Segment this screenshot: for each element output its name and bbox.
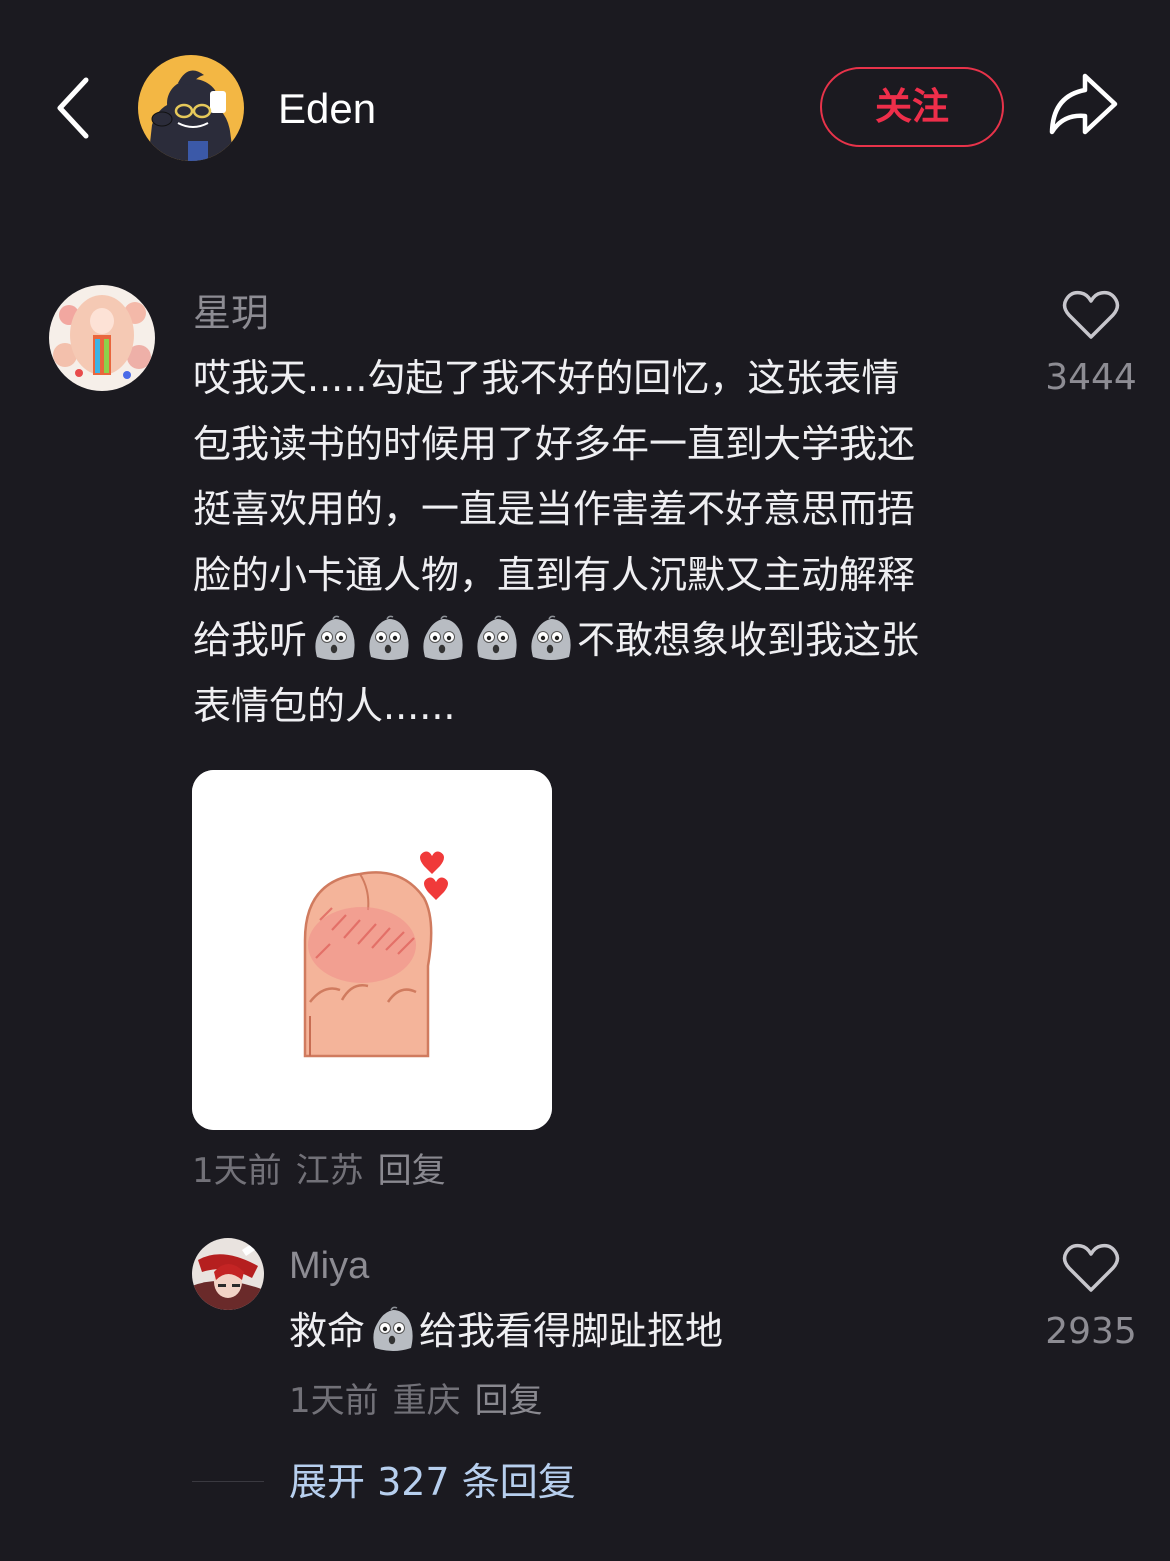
shocked-face-emoji-icon (423, 615, 463, 661)
shocked-face-emoji-icon (369, 615, 409, 661)
commenter-name[interactable]: 星玥 (193, 290, 269, 336)
shocked-face-emoji-icon (477, 615, 517, 661)
reply-meta: 1天前 重庆 回复 (289, 1380, 543, 1422)
heart-outline-icon (1062, 1243, 1120, 1292)
comment-body[interactable]: 哎我天.....勾起了我不好的回忆，这张表情 包我读书的时候用了好多年一直到大学… (193, 346, 1023, 740)
comment-meta: 1天前 江苏 回复 (192, 1150, 446, 1192)
comment-line: 挺喜欢用的，一直是当作害羞不好意思而捂 (193, 487, 916, 532)
author-avatar[interactable] (138, 55, 244, 161)
comment-line: 表情包的人...... (193, 683, 456, 728)
comment-line-with-emoji: 给我听 不敢想象收到我这张 (193, 608, 1023, 674)
reply-body[interactable]: 救命 给我看得脚趾抠地 (289, 1300, 723, 1362)
comment-reply-button[interactable]: 回复 (378, 1151, 446, 1191)
comment-sticker-image[interactable] (192, 770, 552, 1130)
share-button[interactable] (1045, 70, 1121, 140)
replier-name[interactable]: Miya (289, 1243, 369, 1289)
top-bar: Eden 关注 (0, 0, 1170, 215)
heart-outline-icon (1062, 290, 1120, 339)
chevron-left-icon (57, 77, 89, 139)
comment-line: 哎我天.....勾起了我不好的回忆，这张表情 (193, 356, 900, 400)
comment-like-button[interactable] (1062, 289, 1120, 341)
author-name[interactable]: Eden (278, 84, 376, 134)
share-arrow-icon (1049, 73, 1118, 135)
comment-location: 江苏 (295, 1151, 364, 1191)
comment-like-count: 3444 (1045, 357, 1137, 398)
comment-line-prefix: 给我听 (193, 618, 308, 663)
replies-divider (192, 1481, 264, 1482)
comment-time: 1天前 (192, 1151, 282, 1191)
comment-line: 脸的小卡通人物，直到有人沉默又主动解释 (193, 552, 916, 597)
comment-line-suffix: 不敢想象收到我这张 (577, 618, 920, 663)
comment-line: 包我读书的时候用了好多年一直到大学我还 (193, 421, 916, 466)
shocked-face-emoji-icon (373, 1306, 413, 1351)
shocked-face-emoji-icon (315, 615, 355, 661)
expand-replies-button[interactable]: 展开 327 条回复 (289, 1457, 576, 1507)
back-button[interactable] (50, 72, 100, 144)
commenter-avatar[interactable] (49, 285, 155, 391)
follow-button[interactable]: 关注 (820, 67, 1004, 147)
reply-text-suffix: 给我看得脚趾抠地 (419, 1309, 724, 1353)
reply-text-prefix: 救命 (289, 1309, 366, 1353)
reply-like-button[interactable] (1062, 1242, 1120, 1294)
replier-avatar[interactable] (192, 1238, 264, 1310)
reply-location: 重庆 (392, 1381, 461, 1421)
shocked-face-emoji-icon (531, 615, 571, 661)
reply-like-count: 2935 (1045, 1311, 1137, 1352)
reply-time: 1天前 (289, 1381, 379, 1421)
reply-reply-button[interactable]: 回复 (475, 1381, 543, 1421)
